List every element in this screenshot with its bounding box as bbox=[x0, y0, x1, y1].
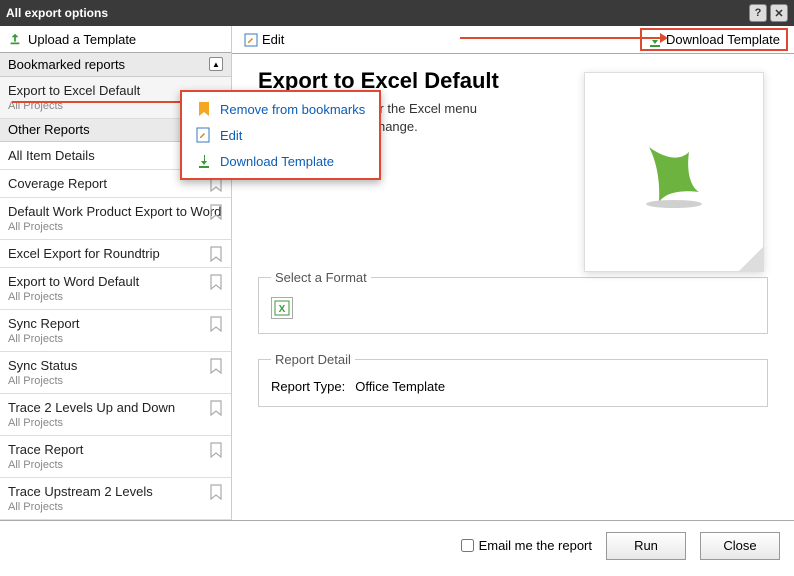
bookmark-toggle[interactable] bbox=[209, 442, 223, 458]
report-item[interactable]: Export to Word Default All Projects bbox=[0, 268, 231, 310]
report-sub: All Projects bbox=[8, 375, 223, 387]
report-name: Export to Word Default bbox=[8, 274, 223, 289]
report-name: Trace Upstream 2 Levels bbox=[8, 484, 223, 499]
context-edit-label: Edit bbox=[220, 128, 242, 143]
report-sub: All Projects bbox=[8, 501, 223, 513]
report-type-value: Office Template bbox=[355, 379, 445, 394]
annotation-arrow bbox=[460, 37, 660, 39]
email-report-checkbox[interactable]: Email me the report bbox=[461, 538, 592, 553]
window-title: All export options bbox=[6, 6, 108, 20]
report-name: Default Work Product Export to Word bbox=[8, 204, 223, 219]
report-name: Excel Export for Roundtrip bbox=[8, 246, 223, 261]
format-legend: Select a Format bbox=[271, 270, 371, 285]
report-sub: All Projects bbox=[8, 221, 223, 233]
bookmarked-header-label: Bookmarked reports bbox=[8, 57, 125, 72]
close-icon[interactable]: ✕ bbox=[770, 4, 788, 22]
report-item[interactable]: Trace Report All Projects bbox=[0, 436, 231, 478]
help-icon[interactable]: ? bbox=[749, 4, 767, 22]
bookmark-toggle[interactable] bbox=[209, 274, 223, 290]
download-label: Download Template bbox=[666, 32, 780, 47]
report-sub: All Projects bbox=[8, 417, 223, 429]
bookmark-icon bbox=[196, 101, 212, 117]
context-menu: Remove from bookmarks Edit Download Temp… bbox=[180, 90, 381, 180]
bottom-bar: Email me the report Run Close bbox=[0, 520, 794, 570]
report-sub: All Projects bbox=[8, 333, 223, 345]
bookmark-toggle[interactable] bbox=[209, 484, 223, 500]
close-button[interactable]: Close bbox=[700, 532, 780, 560]
context-download[interactable]: Download Template bbox=[182, 148, 379, 174]
context-remove-label: Remove from bookmarks bbox=[220, 102, 365, 117]
bookmark-toggle[interactable] bbox=[209, 316, 223, 332]
report-name: Sync Status bbox=[8, 358, 223, 373]
run-button[interactable]: Run bbox=[606, 532, 686, 560]
report-type-label: Report Type: bbox=[271, 379, 345, 394]
email-label: Email me the report bbox=[479, 538, 592, 553]
report-item[interactable]: Trace Upstream 2 Levels All Projects bbox=[0, 478, 231, 520]
report-item[interactable]: Sync Status All Projects bbox=[0, 352, 231, 394]
bookmark-toggle[interactable] bbox=[209, 358, 223, 374]
format-fieldset: Select a Format X bbox=[258, 270, 768, 334]
collapse-icon[interactable]: ▲ bbox=[209, 57, 223, 71]
toolbar: Edit Download Template bbox=[232, 26, 794, 54]
bookmark-toggle[interactable] bbox=[209, 246, 223, 262]
edit-icon bbox=[196, 127, 212, 143]
upload-template-link[interactable]: Upload a Template bbox=[0, 26, 231, 53]
report-item[interactable]: Trace 2 Levels Up and Down All Projects bbox=[0, 394, 231, 436]
report-item[interactable]: Default Work Product Export to Word All P… bbox=[0, 198, 231, 240]
report-detail-legend: Report Detail bbox=[271, 352, 355, 367]
report-sub: All Projects bbox=[8, 459, 223, 471]
bookmark-toggle[interactable] bbox=[209, 204, 223, 220]
annotation-arrow bbox=[12, 101, 182, 103]
bookmarked-section-header[interactable]: Bookmarked reports ▲ bbox=[0, 53, 231, 76]
report-sub: All Projects bbox=[8, 291, 223, 303]
document-preview bbox=[584, 72, 764, 272]
other-header-label: Other Reports bbox=[8, 122, 90, 137]
report-item[interactable]: Excel Export for Roundtrip bbox=[0, 240, 231, 268]
context-download-label: Download Template bbox=[220, 154, 334, 169]
title-bar: All export options ? ✕ bbox=[0, 0, 794, 26]
report-item[interactable]: Sync Report All Projects bbox=[0, 310, 231, 352]
report-name: Trace Report bbox=[8, 442, 223, 457]
svg-text:X: X bbox=[279, 304, 286, 315]
report-name: Sync Report bbox=[8, 316, 223, 331]
edit-icon bbox=[244, 33, 258, 47]
report-name: Trace 2 Levels Up and Down bbox=[8, 400, 223, 415]
download-icon bbox=[196, 153, 212, 169]
upload-template-label: Upload a Template bbox=[28, 32, 136, 47]
report-detail-fieldset: Report Detail Report Type: Office Templa… bbox=[258, 352, 768, 407]
bookmark-toggle[interactable] bbox=[209, 400, 223, 416]
excel-logo-icon bbox=[634, 132, 714, 212]
upload-icon bbox=[8, 32, 22, 46]
context-edit[interactable]: Edit bbox=[182, 122, 379, 148]
edit-button[interactable]: Edit bbox=[238, 29, 290, 50]
edit-label: Edit bbox=[262, 32, 284, 47]
format-excel-option[interactable]: X bbox=[271, 297, 293, 319]
context-remove-bookmark[interactable]: Remove from bookmarks bbox=[182, 96, 379, 122]
email-checkbox-input[interactable] bbox=[461, 539, 474, 552]
